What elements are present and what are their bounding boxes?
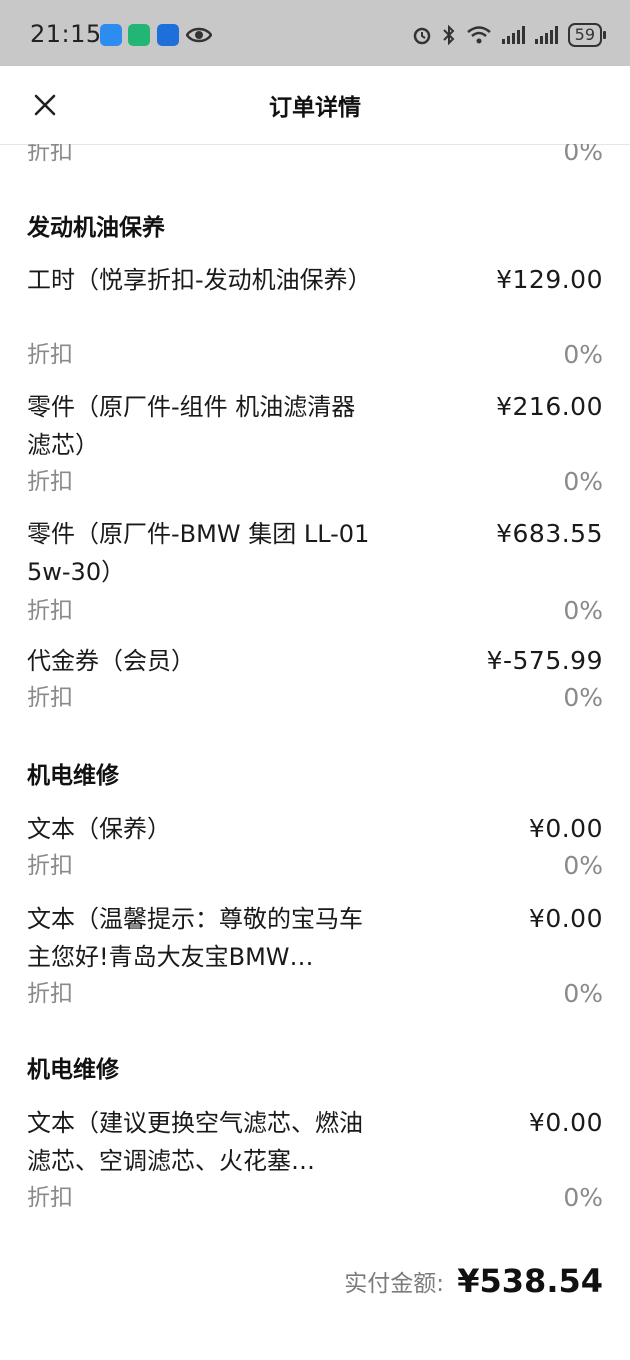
item-price: ¥216.00	[496, 392, 603, 421]
item-price: ¥129.00	[496, 265, 603, 294]
section-title: 机电维修	[27, 1057, 119, 1083]
discount-label: 折扣	[27, 685, 73, 711]
item-name: 零件（原厂件-组件 机油滤清器滤芯）	[27, 393, 356, 459]
signal-icon	[501, 26, 525, 44]
item-price: ¥-575.99	[486, 646, 603, 675]
item-name: 零件（原厂件-BMW 集团 LL-01 5w-30）	[27, 520, 370, 586]
discount-value: 0%	[563, 596, 603, 625]
item-name: 工时（悦享折扣-发动机油保养）	[27, 266, 372, 294]
page-title: 订单详情	[269, 95, 361, 121]
message-app-icon	[100, 24, 122, 46]
discount-value: 0%	[563, 1183, 603, 1212]
item-name: 文本（温馨提示：尊敬的宝马车主您好!青岛大友宝BMW…	[27, 905, 363, 971]
order-detail-list[interactable]: 折扣 0% 发动机油保养 工时（悦享折扣-发动机油保养） ¥129.00 折扣 …	[0, 144, 630, 1360]
discount-label: 折扣	[27, 1185, 73, 1211]
status-right: 59	[412, 20, 607, 50]
discount-label: 折扣	[27, 144, 73, 165]
discount-value: 0%	[563, 851, 603, 880]
discount-label: 折扣	[27, 598, 73, 624]
list-item-partial: 折扣 0%	[27, 144, 603, 170]
item-name: 文本（建议更换空气滤芯、燃油滤芯、空调滤芯、火花塞…	[27, 1109, 363, 1175]
discount-value: 0%	[563, 144, 603, 166]
discount-label: 折扣	[27, 853, 73, 879]
list-item: 文本（建议更换空气滤芯、燃油滤芯、空调滤芯、火花塞… ¥0.00 折扣 0%	[27, 1104, 603, 1214]
discount-value: 0%	[563, 467, 603, 496]
list-item: 文本（保养） ¥0.00 折扣 0%	[27, 810, 603, 890]
item-price: ¥0.00	[528, 904, 603, 933]
list-item: 零件（原厂件-BMW 集团 LL-01 5w-30） ¥683.55 折扣 0%	[27, 515, 603, 625]
battery-indicator: 59	[567, 23, 607, 47]
list-item: 零件（原厂件-组件 机油滤清器滤芯） ¥216.00 折扣 0%	[27, 388, 603, 498]
item-price: ¥0.00	[528, 814, 603, 843]
item-name: 文本（保养）	[27, 815, 171, 843]
status-time: 21:15	[30, 20, 102, 48]
item-price: ¥683.55	[496, 519, 603, 548]
list-item: 工时（悦享折扣-发动机油保养） ¥129.00 折扣 0%	[27, 261, 603, 371]
discount-value: 0%	[563, 340, 603, 369]
item-price: ¥0.00	[528, 1108, 603, 1137]
wifi-icon	[466, 26, 491, 44]
discount-value: 0%	[563, 683, 603, 712]
list-item: 代金券（会员） ¥-575.99 折扣 0%	[27, 642, 603, 722]
item-name: 代金券（会员）	[27, 647, 195, 675]
total-amount: ¥538.54	[457, 1262, 603, 1300]
header-bar: 订单详情	[0, 66, 630, 145]
discount-label: 折扣	[27, 981, 73, 1007]
mi-app-icon	[128, 24, 150, 46]
autohome-app-icon	[157, 24, 179, 46]
status-bar: 21:15 59	[0, 0, 630, 66]
eye-icon	[186, 27, 212, 43]
bluetooth-icon	[442, 25, 455, 45]
list-item: 文本（温馨提示：尊敬的宝马车主您好!青岛大友宝BMW… ¥0.00 折扣 0%	[27, 900, 603, 1010]
alarm-icon	[413, 27, 430, 45]
section-title: 发动机油保养	[27, 215, 165, 241]
total-label: 实付金额:	[344, 1271, 444, 1297]
section-title: 机电维修	[27, 763, 119, 789]
discount-value: 0%	[563, 979, 603, 1008]
discount-label: 折扣	[27, 342, 73, 368]
signal-icon	[534, 26, 558, 44]
discount-label: 折扣	[27, 469, 73, 495]
